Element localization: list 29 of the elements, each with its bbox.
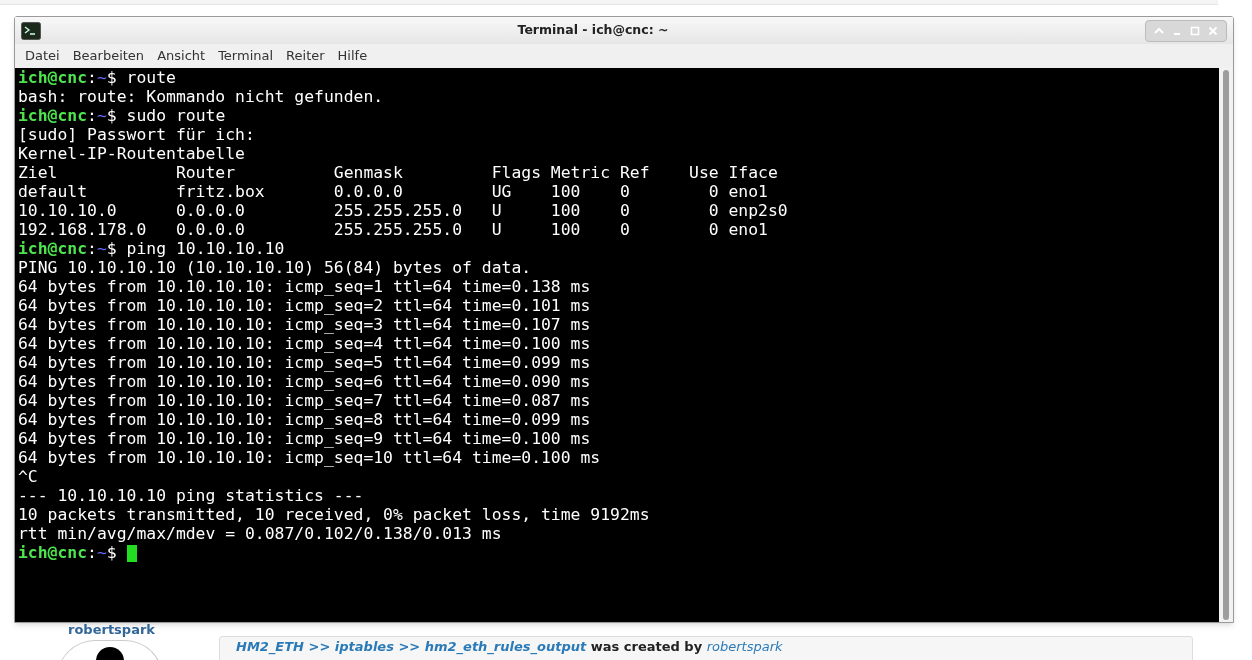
output-line: 64 bytes from 10.10.10.10: icmp_seq=3 ttl=64 time=0.107 ms: [18, 315, 591, 337]
author-link[interactable]: robertspark: [706, 639, 783, 654]
author-name[interactable]: robertspark: [68, 623, 155, 637]
menu-item[interactable]: Hilfe: [331, 46, 374, 66]
menu-item[interactable]: Datei: [19, 46, 66, 66]
output-line: 64 bytes from 10.10.10.10: icmp_seq=7 ttl=64 time=0.087 ms: [18, 391, 591, 413]
output-line: 64 bytes from 10.10.10.10: icmp_seq=4 ttl=64 time=0.100 ms: [18, 334, 591, 356]
close-icon[interactable]: [1208, 25, 1218, 36]
prompt-command: $: [106, 542, 117, 565]
output-line: 64 bytes from 10.10.10.10: icmp_seq=5 ttl=64 time=0.099 ms: [18, 353, 591, 375]
output-line: 64 bytes from 10.10.10.10: icmp_seq=6 ttl=64 time=0.090 ms: [18, 372, 591, 394]
post-link[interactable]: HM2_ETH >> iptables >> hm2_eth_rules_output: [236, 639, 587, 654]
post-title: HM2_ETH >> iptables >> hm2_eth_rules_output was created by robertspark: [236, 639, 783, 654]
shade-icon[interactable]: [1154, 25, 1164, 36]
output-line: 64 bytes from 10.10.10.10: icmp_seq=8 ttl=64 time=0.099 ms: [18, 410, 591, 432]
output-line: 64 bytes from 10.10.10.10: icmp_seq=9 ttl=64 time=0.100 ms: [18, 429, 591, 451]
text-cursor: [126, 545, 137, 562]
menu-item[interactable]: Bearbeiten: [66, 46, 151, 66]
window-title: Terminal - ich@cnc: ~: [517, 21, 669, 40]
output-line: 64 bytes from 10.10.10.10: icmp_seq=2 ttl=64 time=0.101 ms: [18, 296, 591, 318]
prompt-path: ~: [96, 542, 107, 565]
prompt-user-host: ich@cnc: [18, 542, 88, 565]
scrollbar[interactable]: [1219, 68, 1233, 622]
prompt-separator: :: [87, 542, 97, 565]
terminal-icon: [21, 21, 41, 40]
maximize-icon[interactable]: [1190, 25, 1200, 36]
menu-item[interactable]: Terminal: [212, 46, 280, 66]
menu-item[interactable]: Ansicht: [151, 46, 212, 66]
menu-item[interactable]: Reiter: [280, 46, 331, 66]
